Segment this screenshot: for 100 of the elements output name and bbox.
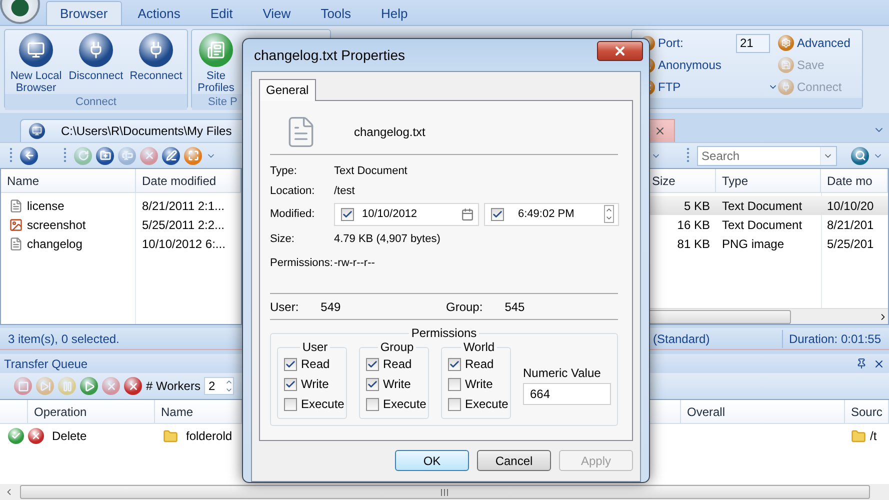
menu-tab[interactable]: Browser [46,1,122,25]
checkbox[interactable] [448,378,461,390]
file-name[interactable]: screenshot [1,218,136,232]
box-title: Permissions [410,326,478,340]
pin-icon[interactable] [856,358,867,369]
date-cell-text: 8/21/201 [826,218,875,232]
user-value: 549 [320,300,341,314]
file-name: changelog.txt [354,124,426,138]
type-cell-text: Text Document [721,198,804,212]
folder-icon [851,428,866,444]
field-value: Text Document [334,165,408,177]
column-header[interactable]: Date modified [136,169,241,192]
checkbox-label: Read [301,357,330,371]
date-cell-text: 10/10/20 [826,198,875,212]
document-tab[interactable]: C:\Users\R\Documents\My Files [20,119,242,142]
checkbox[interactable] [366,358,379,370]
size-cell-text: 81 KB [676,236,711,250]
field-value: -rw-r--r-- [334,257,375,269]
size-cell-text: 16 KB [676,218,711,232]
text-file-icon [9,236,23,250]
ribbon-button[interactable]: Reconnect [127,33,185,82]
checkbox-label: Execute [383,397,426,411]
close-icon[interactable] [654,125,666,137]
column-header[interactable]: Type [716,169,821,192]
date-cell-text: 5/25/201 [826,236,875,250]
search-button[interactable] [851,146,869,164]
horizontal-scrollbar[interactable] [0,484,889,500]
status-text: Duration: 0:01:55 [788,332,881,346]
clear-icon[interactable] [124,377,142,395]
file-row[interactable]: 16 KB Text Document 8/21/201 [646,215,888,234]
column-header[interactable]: Operation [28,400,155,423]
column-header[interactable]: Name [1,169,136,192]
save-icon [778,57,794,73]
file-row[interactable]: 81 KB PNG image 5/25/201 [646,234,888,253]
ribbon-button[interactable]: Disconnect [67,33,125,82]
close-button[interactable] [597,41,643,61]
group-title: User [301,340,329,354]
search-icon[interactable] [854,150,866,161]
close-icon[interactable] [873,358,885,370]
menu-tab[interactable]: Tools [306,1,366,25]
checkbox[interactable] [284,398,297,410]
spin-buttons[interactable] [604,205,614,223]
size-cell-text: 5 KB [682,198,711,212]
file-name[interactable]: license [1,198,136,212]
calendar-icon [461,208,474,220]
search-box[interactable]: Search [696,146,837,166]
menu-tab[interactable]: Actions [124,1,194,25]
numeric-label: Numeric Value [523,366,602,380]
field-value: /test [334,185,355,197]
dialog-button[interactable]: OK [395,450,469,471]
checkbox[interactable] [491,208,504,220]
field-label: Size: [270,233,294,245]
group-label: Group: [446,300,483,314]
dialog-tab[interactable]: General [259,79,316,101]
checkbox[interactable] [284,358,297,370]
folder-icon [163,428,178,444]
new-folder-icon[interactable] [96,146,114,164]
file-name[interactable]: changelog [1,236,136,250]
port-field[interactable]: 21 [736,34,770,52]
workers-spinner[interactable]: 2 [204,377,234,395]
checkbox-label: Write [465,377,493,391]
image-file-icon [9,218,23,232]
field-value: 4.79 KB (4,907 bytes) [334,233,440,245]
back-icon[interactable] [20,146,38,164]
checkbox[interactable] [366,398,379,410]
checkbox[interactable] [284,378,297,390]
text-file-icon [9,198,23,212]
dialog-title: changelog.txt Properties [253,47,405,63]
document-icon [199,33,233,67]
time-picker[interactable]: 6:49:02 PM [484,202,619,226]
field-label: Type: [270,165,297,177]
column-header[interactable]: Overall [681,400,845,423]
menu-tab[interactable]: Help [367,1,422,25]
ribbon-item[interactable]: Advanced [778,35,858,51]
workers-label: # Workers [146,379,200,393]
checkbox[interactable] [341,208,354,220]
column-header[interactable]: Sourc [845,400,889,423]
group-label: Connect [5,94,187,110]
numeric-field[interactable]: 664 [523,383,611,405]
checkbox[interactable] [448,398,461,410]
close-icon[interactable] [613,44,627,58]
menu-tab[interactable]: View [248,1,305,25]
delete-icon [28,428,44,444]
dialog-button[interactable]: Cancel [477,450,551,471]
menu-tab[interactable]: Edit [196,1,247,25]
checkbox-label: Write [301,377,329,391]
group-value: 545 [504,300,525,314]
date-picker[interactable]: 10/10/2012 [334,202,479,226]
edit-icon[interactable] [162,146,180,164]
checkbox[interactable] [366,378,379,390]
date-cell-text: 5/25/2011 2:2... [141,218,226,232]
play-icon[interactable] [80,377,98,395]
checkbox[interactable] [448,358,461,370]
checkbox-label: Execute [465,397,508,411]
column-header[interactable]: Date mo [821,169,888,192]
ribbon-button[interactable]: Site Profiles [194,33,238,94]
operation-cell: Delete [52,429,87,443]
ribbon-button[interactable]: New Local Browser [7,33,65,94]
field-label: Location: [270,185,315,197]
name-cell: folderold [186,429,232,443]
